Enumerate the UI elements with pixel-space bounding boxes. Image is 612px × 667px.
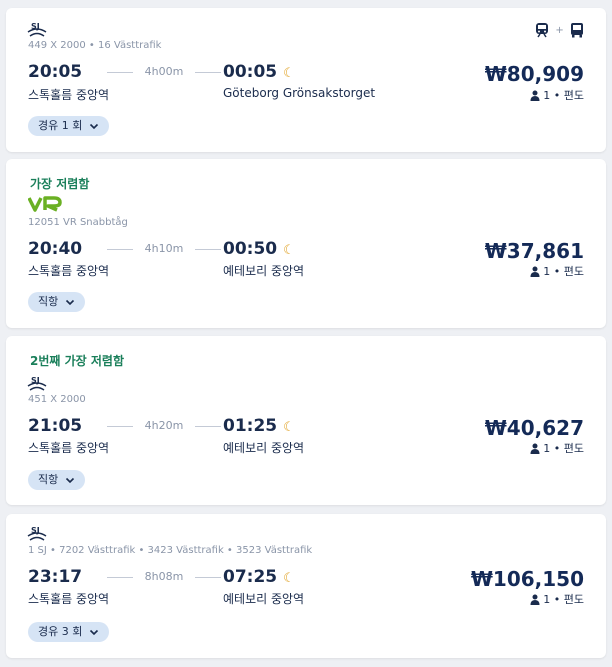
transport-modes: +: [535, 22, 584, 38]
depart-time: 23:17: [28, 567, 83, 587]
price: ₩106,150: [470, 567, 584, 591]
moon-icon: ☾: [283, 420, 295, 435]
result-card-3[interactable]: 2번째 가장 저렴함 SJ 451 X 2000 21:05 4h20m 01:…: [6, 336, 606, 505]
stops-toggle[interactable]: 경유 1 회: [28, 116, 109, 136]
train-info: 451 X 2000: [28, 394, 86, 405]
cheapest-badge: 가장 저렴함: [30, 177, 90, 191]
passenger-info: 1 • 편도: [530, 440, 584, 456]
person-icon: [530, 90, 540, 101]
bus-icon: [571, 23, 583, 38]
depart-time: 20:40: [28, 239, 83, 259]
arrive-time: 01:25 ☾: [223, 416, 295, 436]
arrive-station: 예테보리 중앙역: [223, 592, 305, 606]
duration: 8h08m: [84, 570, 244, 583]
chevron-down-icon: [65, 299, 74, 306]
chevron-down-icon: [89, 629, 98, 636]
duration: 4h00m: [84, 65, 244, 78]
sj-logo-icon: SJ: [27, 22, 47, 37]
person-icon: [530, 594, 540, 605]
sj-logo-icon: SJ: [27, 526, 47, 541]
stops-toggle[interactable]: 직항: [28, 292, 85, 312]
depart-station: 스톡홀름 중앙역: [28, 592, 110, 606]
price: ₩80,909: [484, 62, 584, 86]
person-icon: [530, 266, 540, 277]
arrive-time: 07:25 ☾: [223, 567, 295, 587]
depart-station: 스톡홀름 중앙역: [28, 264, 110, 278]
arrive-station: Göteborg Grönsakstorget: [223, 86, 376, 100]
train-info: 449 X 2000 • 16 Västtrafik: [28, 40, 162, 51]
chevron-down-icon: [65, 477, 74, 484]
person-icon: [530, 443, 540, 454]
vr-logo-icon: [28, 196, 62, 212]
depart-station: 스톡홀름 중앙역: [28, 441, 110, 455]
result-card-1[interactable]: SJ + 449 X 2000 • 16 Västtrafik 20:05 4h…: [6, 8, 606, 152]
price: ₩37,861: [484, 239, 584, 263]
arrive-station: 예테보리 중앙역: [223, 441, 305, 455]
stops-toggle[interactable]: 경유 3 회: [28, 622, 109, 642]
moon-icon: ☾: [283, 66, 295, 81]
second-cheapest-badge: 2번째 가장 저렴함: [30, 354, 124, 368]
duration: 4h20m: [84, 419, 244, 432]
depart-time: 21:05: [28, 416, 83, 436]
moon-icon: ☾: [283, 243, 295, 258]
arrive-station: 예테보리 중앙역: [223, 264, 305, 278]
train-info: 1 SJ • 7202 Västtrafik • 3423 Västtrafik…: [28, 545, 313, 556]
passenger-info: 1 • 편도: [530, 263, 584, 279]
result-card-4[interactable]: SJ 1 SJ • 7202 Västtrafik • 3423 Västtra…: [6, 514, 606, 658]
passenger-info: 1 • 편도: [530, 87, 584, 103]
train-info: 12051 VR Snabbtåg: [28, 217, 128, 228]
duration: 4h10m: [84, 242, 244, 255]
price: ₩40,627: [484, 416, 584, 440]
passenger-info: 1 • 편도: [530, 591, 584, 607]
stops-toggle[interactable]: 직항: [28, 470, 85, 490]
sj-logo-icon: SJ: [27, 376, 47, 391]
arrive-time: 00:05 ☾: [223, 62, 295, 82]
result-card-2[interactable]: 가장 저렴함 12051 VR Snabbtåg 20:40 4h10m 00:…: [6, 159, 606, 328]
depart-time: 20:05: [28, 62, 83, 82]
depart-station: 스톡홀름 중앙역: [28, 88, 110, 102]
modes-separator: +: [555, 25, 564, 36]
train-icon: [536, 23, 549, 38]
arrive-time: 00:50 ☾: [223, 239, 295, 259]
moon-icon: ☾: [283, 571, 295, 586]
chevron-down-icon: [89, 123, 98, 130]
